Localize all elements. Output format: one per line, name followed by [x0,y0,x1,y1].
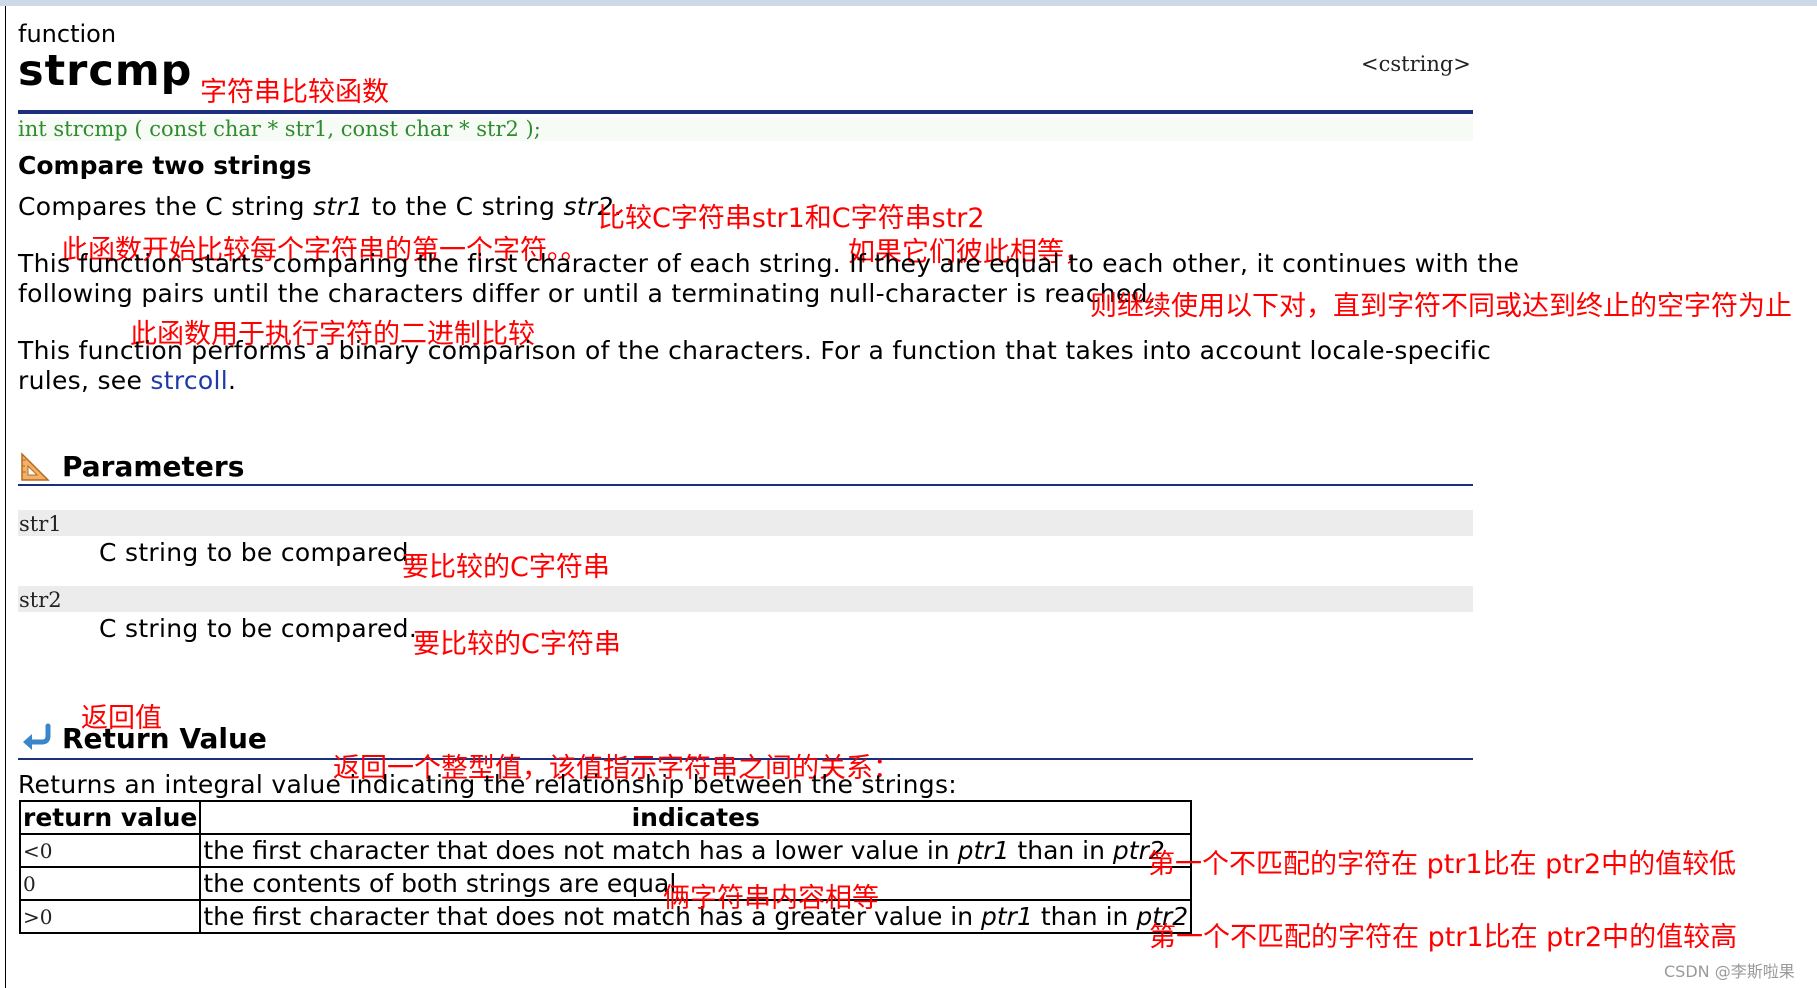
return-value-heading: Return Value [62,722,267,755]
page-title: strcmp [18,46,193,96]
return-intro: Returns an integral value indicating the… [18,770,957,799]
param-desc-str2: C string to be compared. [99,614,418,643]
cell-ptr1: ptr1 [957,836,1010,865]
row-gt-annotation: 第一个不匹配的字符在 ptr1比在 ptr2中的值较高 [1149,922,1738,953]
param-str2-annotation: 要比较的C字符串 [413,629,621,660]
desc3-line1: This function performs a binary comparis… [18,336,1492,365]
return-value-cell: 0 [18,866,202,901]
row-lt-annotation: 第一个不匹配的字符在 ptr1比在 ptr2中的值较低 [1148,849,1737,880]
description-text: rules, see [18,366,151,395]
table-row: <0 the first character that does not mat… [18,833,1193,868]
function-kind-label: function [18,20,117,48]
desc2-line2: following pairs until the characters dif… [18,279,1157,308]
title-rule [18,110,1473,114]
param-str1-annotation: 要比较的C字符串 [402,552,610,583]
indicates-cell: the first character that does not match … [199,833,1193,868]
prototype-code: int strcmp ( const char * str1, const ch… [18,117,1473,141]
column-header-return-value: return value [18,800,202,835]
table-row: >0 the first character that does not mat… [18,899,1193,934]
summary-heading: Compare two strings [18,151,312,180]
param-name-str2: str2 [19,588,62,612]
cell-text: than in [1032,902,1137,931]
parameters-heading: Parameters [62,450,245,483]
description-line: Compares the C string str1 to the C stri… [18,192,622,221]
return-value-cell: <0 [18,833,202,868]
return-arrow-icon [23,723,51,750]
desc2-annotation-c: 则继续使用以下对，直到字符不同或达到终止的空字符为止 [1090,291,1792,322]
cell-text: than in [1009,836,1113,865]
param-name-str1: str1 [19,512,62,536]
header-library: <cstring> [1361,52,1471,76]
param-str1-bar [18,510,1473,536]
param-ref-str1: str1 [313,192,364,221]
parameters-rule [18,484,1473,486]
description-text: Compares the C string [18,192,314,221]
column-header-indicates: indicates [199,800,1193,835]
row-eq-annotation: 俩字符串内容相等 [663,883,879,914]
return-value-table: return value indicates <0 the first char… [18,800,1193,934]
description-text: . [228,366,237,395]
title-annotation: 字符串比较函数 [200,77,389,108]
desc3-line2: rules, see strcoll. [18,366,236,395]
description-text: to the C string [363,192,564,221]
window-top-border [0,0,1817,6]
table-header-row: return value indicates [18,800,1193,835]
ruler-triangle-icon [21,452,50,481]
desc2-line1: This function starts comparing the first… [18,249,1520,278]
param-desc-str1: C string to be compared. [99,538,418,567]
table-row: 0 the contents of both strings are equal [18,866,1193,901]
watermark: CSDN @李斯啦果 [1664,962,1795,981]
cell-ptr1: ptr1 [981,902,1033,931]
strcoll-link[interactable]: strcoll [150,366,228,395]
return-value-cell: >0 [18,899,202,934]
cell-text: the first character that does not match … [203,836,958,865]
window-left-border [5,6,6,988]
param-str2-bar [18,586,1473,612]
